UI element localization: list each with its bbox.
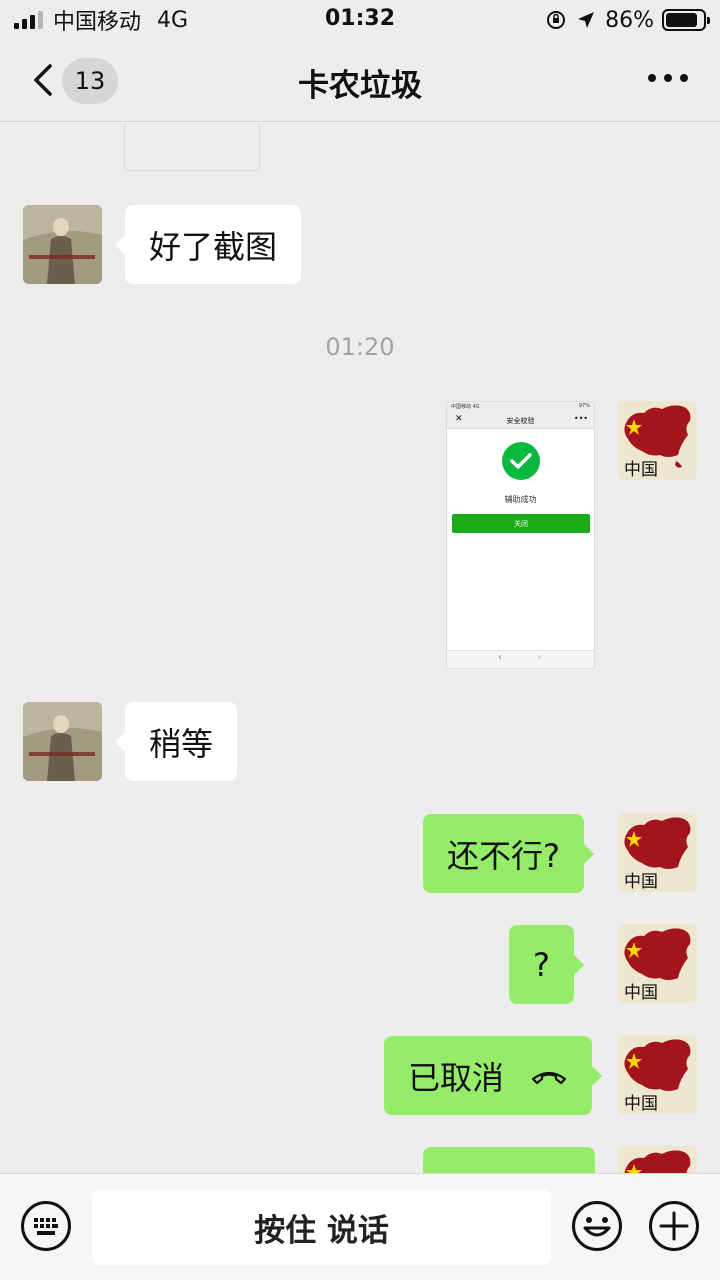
plus-icon[interactable] [648, 1200, 700, 1252]
message-list[interactable]: 好了截图 01:20 中国移动 4G 97% ✕ 安全校验 ••• 辅助成功 关… [0, 123, 720, 1173]
incoming-message-bubble[interactable]: 稍等 [114, 702, 238, 781]
message-text: 稍等 [149, 724, 214, 763]
my-avatar[interactable]: 中国 [618, 813, 697, 892]
incoming-message-bubble[interactable]: 好了截图 [114, 205, 302, 284]
emoji-icon[interactable] [571, 1200, 623, 1252]
hold-to-talk-button[interactable]: 按住 说话 [92, 1189, 551, 1265]
location-arrow-icon [578, 12, 595, 28]
outgoing-message-bubble[interactable]: 还不行? [423, 814, 594, 893]
image-status-bar: 中国移动 4G 97% [447, 402, 594, 411]
battery-fill [666, 13, 697, 27]
contact-avatar[interactable] [23, 205, 102, 284]
image-status-carrier: 中国移动 4G [451, 404, 480, 410]
success-check-icon [502, 442, 540, 480]
image-next-icon: › [537, 652, 541, 663]
chat-title: 卡农垃圾 [298, 68, 422, 104]
image-bottom-bar: ‹ › [447, 650, 594, 668]
image-nav-title: 安全校验 [506, 417, 535, 425]
call-cancelled-bubble[interactable]: 已取消 [384, 1036, 603, 1115]
svg-text:中国: 中国 [624, 1094, 658, 1114]
rotation-lock-icon [547, 11, 566, 29]
outgoing-message-bubble[interactable] [423, 1147, 595, 1173]
message-text: 好了截图 [149, 227, 278, 266]
battery-percent: 86% [605, 7, 654, 33]
message-text: 还不行? [447, 836, 560, 875]
image-nav-bar: ✕ 安全校验 ••• [447, 411, 594, 429]
input-bar: 按住 说话 [0, 1173, 720, 1280]
chat-header: 13 卡农垃圾 [0, 40, 720, 122]
my-avatar[interactable]: 中国 [618, 1035, 697, 1114]
image-status-battery: 97% [578, 403, 590, 409]
my-avatar[interactable]: 中国 [618, 401, 697, 480]
message-text: ? [533, 945, 550, 984]
contact-avatar[interactable] [23, 702, 102, 781]
keyboard-icon[interactable] [20, 1200, 72, 1252]
my-avatar[interactable]: 中国 [618, 924, 697, 1003]
svg-text:中国: 中国 [624, 460, 658, 480]
image-message[interactable]: 中国移动 4G 97% ✕ 安全校验 ••• 辅助成功 关闭 ‹ › [446, 401, 595, 669]
image-success-label: 辅助成功 [504, 495, 537, 504]
status-bar: 中国移动 4G 01:32 86% [0, 0, 720, 40]
message-text: 已取消 [408, 1058, 505, 1097]
hangup-icon [531, 1071, 567, 1084]
image-close-button: 关闭 [452, 514, 590, 533]
image-prev-icon: ‹ [498, 652, 502, 663]
message-timestamp: 01:20 [325, 333, 395, 361]
more-icon[interactable] [648, 74, 688, 82]
svg-text:中国: 中国 [624, 872, 658, 892]
outgoing-message-bubble[interactable]: ? [509, 925, 584, 1004]
battery-icon [662, 9, 710, 31]
my-avatar[interactable] [618, 1146, 697, 1173]
image-more-icon: ••• [573, 414, 588, 423]
partial-message-card[interactable] [124, 123, 260, 171]
svg-text:中国: 中国 [624, 983, 658, 1003]
status-right: 86% [545, 6, 710, 34]
